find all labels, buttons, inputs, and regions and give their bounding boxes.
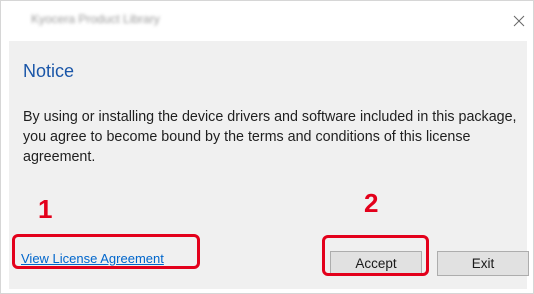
close-button[interactable]: [507, 9, 531, 33]
step-2-highlight: [322, 235, 429, 276]
step-1-highlight: [12, 234, 200, 269]
close-icon: [513, 15, 525, 27]
exit-button[interactable]: Exit: [437, 251, 529, 276]
step-2-marker: 2: [364, 188, 379, 218]
license-dialog: Kyocera Product Library Notice By using …: [0, 0, 534, 294]
title-bar[interactable]: Kyocera Product Library: [1, 1, 533, 41]
notice-body: By using or installing the device driver…: [23, 109, 517, 165]
notice-heading: Notice: [23, 61, 75, 81]
window-title: Kyocera Product Library: [31, 12, 160, 26]
step-1-marker: 1: [38, 194, 53, 224]
notice-panel: Notice By using or installing the device…: [9, 41, 529, 289]
